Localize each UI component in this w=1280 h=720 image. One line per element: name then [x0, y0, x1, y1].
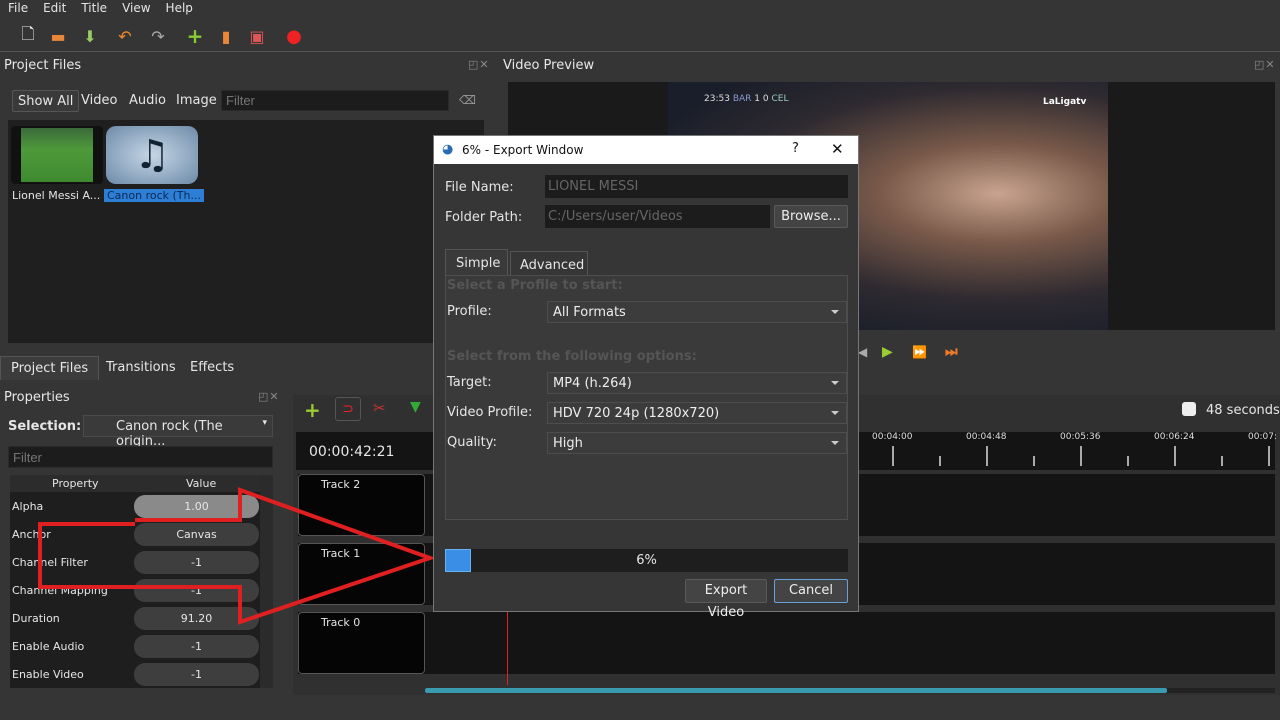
profile-value: All Formats [553, 305, 626, 320]
section-profile-heading: Select a Profile to start: [447, 278, 623, 293]
close-icon[interactable]: ✕ [831, 140, 844, 158]
profile-label: Profile: [447, 304, 492, 319]
file-name-input[interactable]: LIONEL MESSI [545, 175, 848, 198]
folder-path-input[interactable]: C:/Users/user/Videos [545, 205, 770, 228]
video-profile-dropdown[interactable]: HDV 720 24p (1280x720) [547, 402, 847, 424]
video-profile-label: Video Profile: [447, 405, 533, 420]
browse-button[interactable]: Browse... [774, 205, 848, 228]
folder-path-label: Folder Path: [445, 210, 523, 225]
cancel-button[interactable]: Cancel [774, 579, 848, 603]
target-label: Target: [447, 375, 492, 390]
export-title-bar: ◕ 6% - Export Window ? ✕ [434, 136, 858, 164]
quality-dropdown[interactable]: High [547, 432, 847, 454]
profile-dropdown[interactable]: All Formats [547, 301, 847, 323]
progress-text: 6% [636, 553, 657, 568]
help-button[interactable]: ? [792, 141, 799, 156]
quality-label: Quality: [447, 435, 497, 450]
target-dropdown[interactable]: MP4 (h.264) [547, 372, 847, 394]
app-logo-icon: ◕ [442, 142, 454, 157]
target-value: MP4 (h.264) [553, 376, 632, 391]
video-profile-value: HDV 720 24p (1280x720) [553, 406, 720, 421]
export-dialog: ◕ 6% - Export Window ? ✕ File Name: LION… [433, 135, 859, 620]
export-title: 6% - Export Window [462, 143, 584, 157]
section-options-heading: Select from the following options: [447, 349, 697, 364]
export-video-button[interactable]: Export Video [685, 579, 767, 620]
quality-value: High [553, 436, 583, 451]
tab-simple[interactable]: Simple [445, 249, 508, 276]
simple-tab-panel: Select a Profile to start: Profile: All … [445, 275, 848, 520]
export-progress-bar: 6% [445, 549, 848, 572]
file-name-label: File Name: [445, 180, 514, 195]
tab-advanced[interactable]: Advanced [510, 251, 588, 276]
